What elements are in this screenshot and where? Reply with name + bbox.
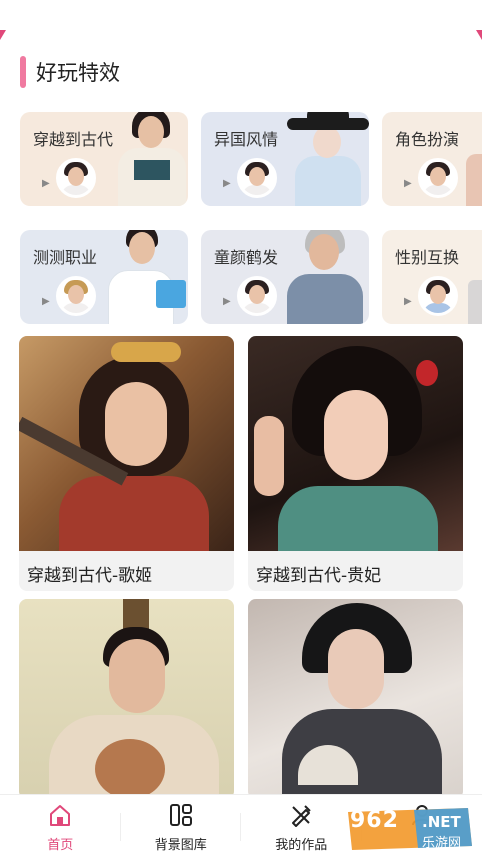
effect-card-aging[interactable]: 童颜鹤发 ▶ (201, 230, 369, 324)
effect-card-gender-swap[interactable]: 性别互换 ▶ (382, 230, 482, 324)
effect-result-figure (287, 112, 369, 206)
effect-label: 角色扮演 (395, 130, 460, 149)
effect-label: 异国风情 (214, 130, 279, 149)
sample-avatar (237, 276, 277, 316)
watermark-text: 乐游网 (422, 836, 462, 851)
effect-result-figure (112, 112, 188, 206)
effect-label: 测测职业 (33, 248, 98, 267)
effects-grid: 穿越到古代 ▶ 异国风情 ▶ 角色扮演 ▶ 测测职业 ▶ 童颜鹤发 ▶ 性别互换… (0, 112, 482, 324)
watermark-logo: 962 .NET 乐游网 (344, 806, 476, 852)
effect-result-figure (281, 230, 369, 324)
template-card-guifei[interactable]: 穿越到古代-贵妃 (248, 336, 463, 591)
template-photo (19, 599, 234, 799)
nav-label: 背景图库 (154, 838, 207, 853)
effect-label: 穿越到古代 (33, 130, 114, 149)
top-left-accent (0, 30, 6, 40)
arrow-icon: ▶ (404, 178, 412, 189)
template-card-geji[interactable]: 穿越到古代-歌姬 (19, 336, 234, 591)
nav-item-home[interactable]: 首页 (0, 795, 121, 858)
home-icon (50, 805, 71, 826)
sample-avatar (56, 276, 96, 316)
brush-icon (292, 805, 311, 827)
section-title: 好玩特效 (36, 61, 120, 85)
template-photo (19, 336, 234, 551)
effect-result-figure (466, 154, 482, 206)
section-accent-bar (20, 56, 26, 88)
sample-avatar (418, 276, 458, 316)
effect-card-career[interactable]: 测测职业 ▶ (20, 230, 188, 324)
sample-avatar (237, 158, 277, 198)
effect-card-time-travel[interactable]: 穿越到古代 ▶ (20, 112, 188, 206)
nav-label: 首页 (47, 838, 74, 853)
arrow-icon: ▶ (404, 296, 412, 307)
template-card-3[interactable] (19, 599, 234, 799)
template-photo (248, 336, 463, 551)
arrow-icon: ▶ (223, 178, 231, 189)
nav-item-gallery[interactable]: 背景图库 (121, 795, 241, 858)
effect-result-figure (468, 280, 482, 324)
arrow-icon: ▶ (42, 296, 50, 307)
effect-label: 童颜鹤发 (214, 248, 279, 267)
template-caption: 穿越到古代-贵妃 (256, 566, 382, 586)
effect-card-role-play[interactable]: 角色扮演 ▶ (382, 112, 482, 206)
effect-result-figure (104, 230, 188, 324)
section-header: 好玩特效 (20, 56, 120, 88)
arrow-icon: ▶ (223, 296, 231, 307)
gallery-icon (169, 804, 192, 826)
effect-label: 性别互换 (395, 248, 460, 267)
sample-avatar (56, 158, 96, 198)
template-card-4[interactable] (248, 599, 463, 799)
nav-label: 我的作品 (275, 838, 328, 853)
template-caption: 穿越到古代-歌姬 (27, 566, 153, 586)
arrow-icon: ▶ (42, 178, 50, 189)
sample-avatar (418, 158, 458, 198)
watermark-number: 962 (350, 808, 399, 833)
template-photo (248, 599, 463, 799)
top-right-accent (476, 30, 482, 40)
watermark-domain: .NET (422, 813, 461, 831)
effect-card-exotic[interactable]: 异国风情 ▶ (201, 112, 369, 206)
